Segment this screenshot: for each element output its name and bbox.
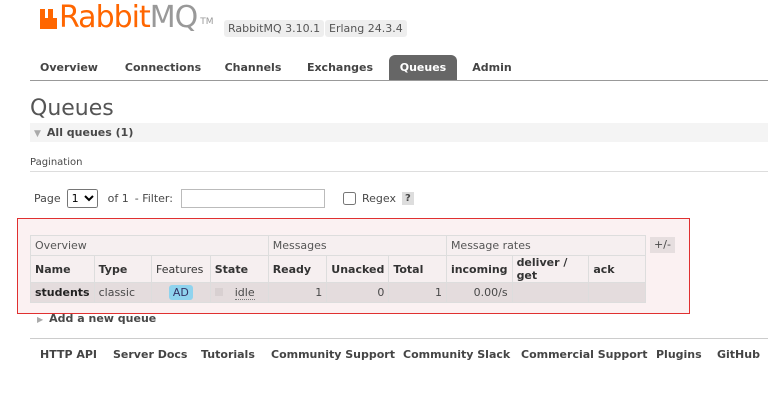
section-title: All queues (1) (46, 126, 134, 139)
triangle-right-icon: ▶ (37, 315, 44, 324)
col-features: Features (151, 255, 211, 283)
queues-table: Overview Messages Message rates Name Typ… (30, 235, 647, 303)
queue-type: classic (93, 282, 153, 303)
col-total[interactable]: Total (388, 255, 447, 283)
features-badge: AD (168, 285, 193, 300)
trademark: TM (200, 17, 214, 27)
footer-link-plugins[interactable]: Plugins (656, 348, 702, 361)
total-count: 1 (388, 282, 447, 303)
footer-link-http-api[interactable]: HTTP API (40, 348, 97, 361)
col-ready[interactable]: Ready (267, 255, 328, 283)
pagination-heading: Pagination (30, 157, 768, 172)
add-queue-label: Add a new queue (49, 312, 157, 325)
ack-rate (588, 282, 646, 303)
rabbit-logo-icon (40, 9, 57, 29)
queue-state: idle (234, 286, 255, 300)
columns-toggle-button[interactable]: +/- (650, 237, 675, 253)
unacked-count: 0 (326, 282, 390, 303)
col-type[interactable]: Type (93, 255, 153, 283)
col-state[interactable]: State (209, 255, 269, 283)
page-title: Queues (30, 96, 114, 121)
add-queue-toggle[interactable]: ▶ Add a new queue (37, 312, 156, 325)
group-messages: Messages (267, 235, 447, 256)
footer: HTTP API Server Docs Tutorials Community… (30, 338, 768, 368)
footer-link-tutorials[interactable]: Tutorials (201, 348, 255, 361)
group-overview: Overview (30, 235, 269, 256)
state-indicator-icon (214, 288, 223, 296)
rabbitmq-logo: Rabbit MQ TM (40, 3, 214, 33)
erlang-version: Erlang 24.3.4 (325, 20, 407, 37)
col-incoming[interactable]: incoming (445, 255, 513, 283)
triangle-down-icon: ▼ (34, 129, 41, 139)
filter-label: - Filter: (134, 191, 173, 205)
regex-label: Regex (361, 191, 396, 205)
tab-channels[interactable]: Channels (218, 55, 288, 80)
tab-connections[interactable]: Connections (118, 55, 208, 80)
logo-text-mq: MQ (149, 0, 198, 35)
main-nav: Overview Connections Channels Exchanges … (30, 55, 768, 81)
col-name[interactable]: Name (30, 255, 95, 283)
col-deliver-get[interactable]: deliver / get (511, 255, 590, 283)
tab-exchanges[interactable]: Exchanges (300, 55, 380, 80)
page-label: Page (34, 191, 61, 205)
page-count: of 1 (107, 191, 129, 205)
deliver-get-rate (511, 282, 590, 303)
footer-link-community-slack[interactable]: Community Slack (403, 348, 510, 361)
ready-count: 1 (267, 282, 328, 303)
col-ack[interactable]: ack (588, 255, 646, 283)
pagination-controls: Page 1 of 1 - Filter: Regex ? (34, 188, 414, 208)
queue-name-link[interactable]: students (30, 282, 95, 303)
footer-link-community-support[interactable]: Community Support (271, 348, 395, 361)
footer-link-github[interactable]: GitHub (717, 348, 760, 361)
footer-link-commercial-support[interactable]: Commercial Support (521, 348, 648, 361)
logo-text: Rabbit (59, 0, 151, 35)
group-message-rates: Message rates (445, 235, 647, 256)
incoming-rate: 0.00/s (445, 282, 513, 303)
col-unacked[interactable]: Unacked (326, 255, 390, 283)
table-row[interactable]: students classic AD idle 1 0 1 0.00/s (30, 282, 646, 303)
regex-checkbox[interactable] (342, 191, 356, 205)
all-queues-toggle[interactable]: ▼ All queues (1) (30, 123, 768, 142)
tab-admin[interactable]: Admin (467, 55, 517, 80)
tab-overview[interactable]: Overview (30, 55, 108, 80)
regex-help-button[interactable]: ? (401, 191, 414, 205)
tab-queues[interactable]: Queues (389, 55, 457, 80)
page-select[interactable]: 1 (66, 188, 98, 208)
footer-link-server-docs[interactable]: Server Docs (113, 348, 187, 361)
filter-input[interactable] (180, 188, 325, 208)
rabbitmq-version: RabbitMQ 3.10.1 (224, 20, 325, 37)
